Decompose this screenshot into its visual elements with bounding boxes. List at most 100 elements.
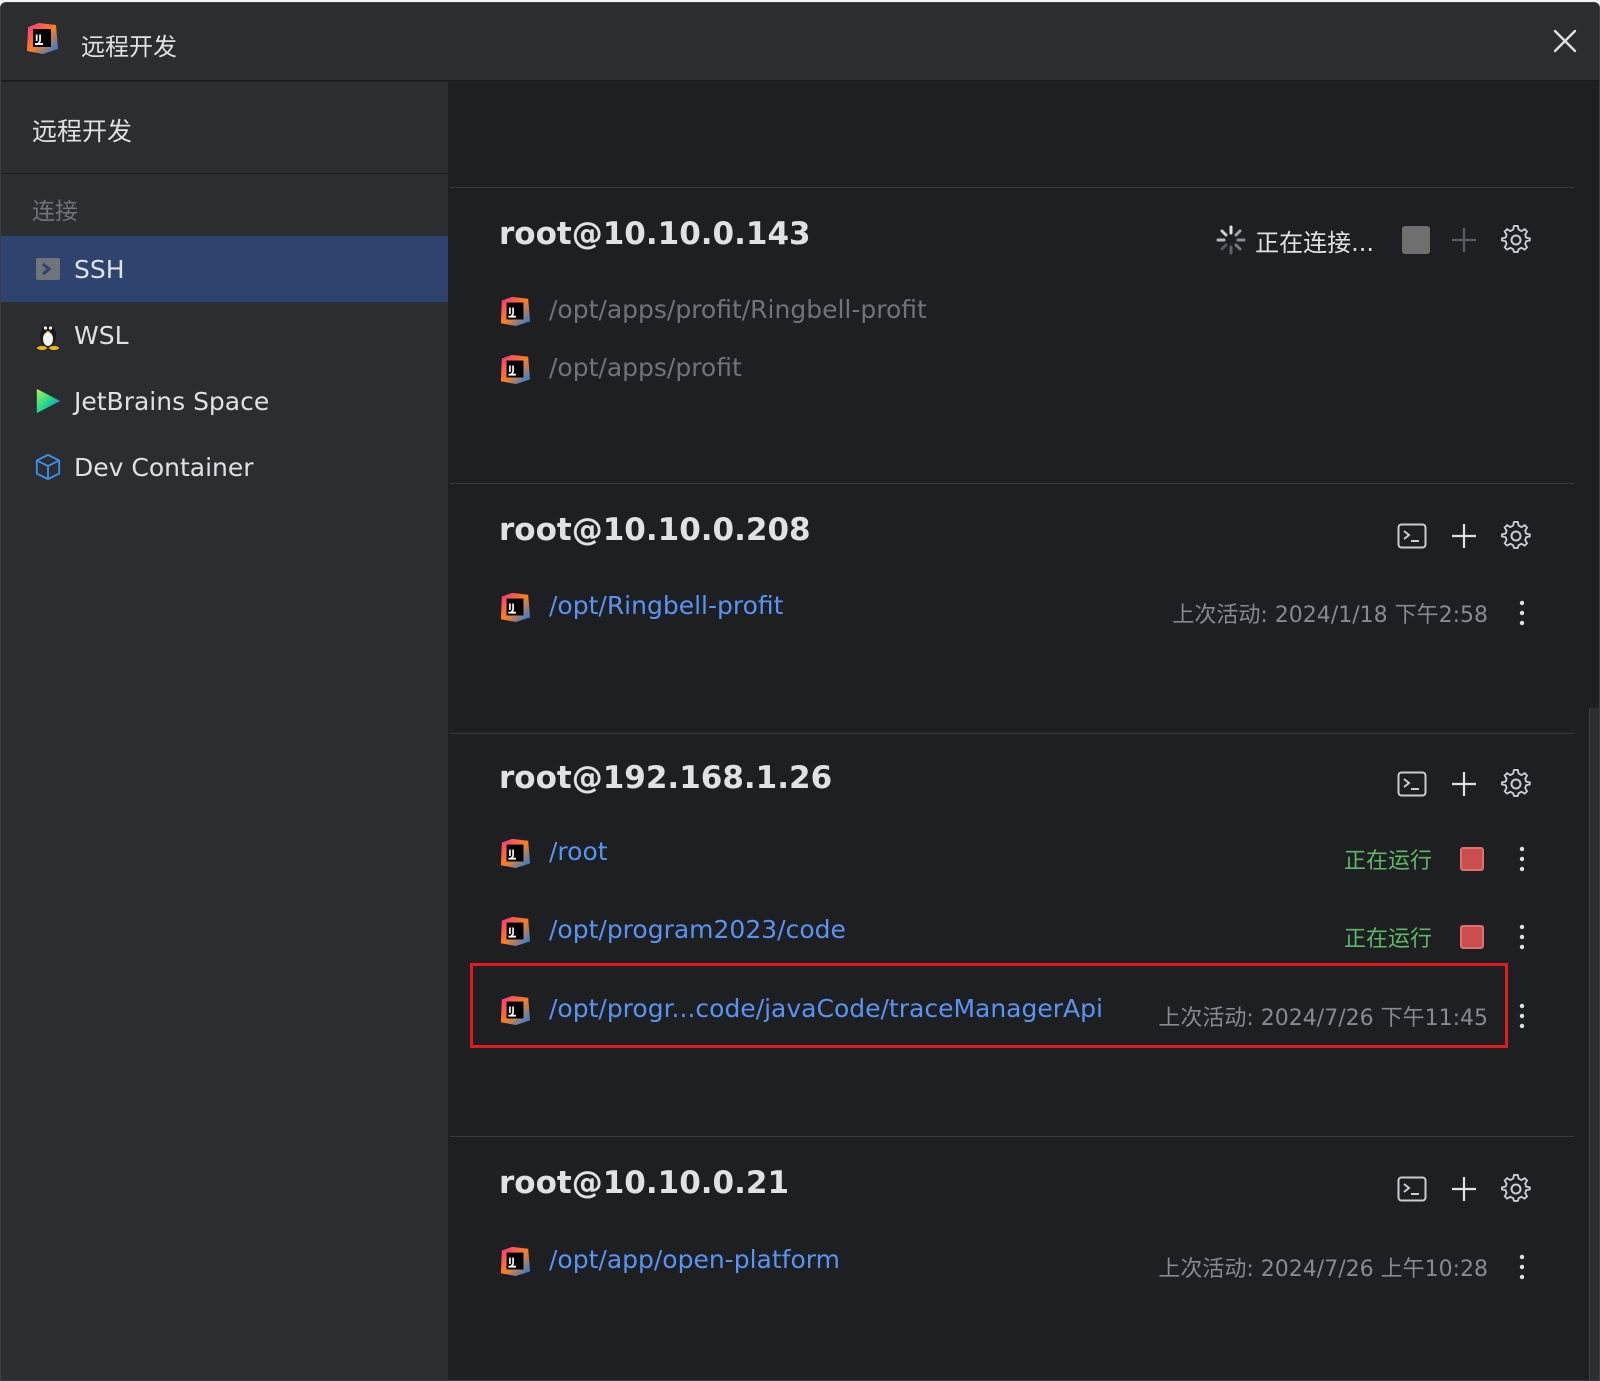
add-project-button[interactable] bbox=[1446, 518, 1482, 554]
host-name: root@192.168.1.26 bbox=[499, 760, 833, 796]
running-status: 正在运行 bbox=[1343, 927, 1432, 952]
project-path[interactable]: /opt/Ringbell-profit bbox=[549, 591, 783, 620]
gear-icon bbox=[1501, 769, 1531, 797]
svg-text:IJ: IJ bbox=[508, 926, 514, 936]
project-path[interactable]: /opt/apps/profit/Ringbell-profit bbox=[549, 295, 927, 324]
window-title: 远程开发 bbox=[81, 33, 177, 61]
project-path[interactable]: /opt/apps/profit bbox=[549, 353, 742, 382]
add-project-button[interactable] bbox=[1446, 222, 1482, 258]
settings-button[interactable] bbox=[1498, 518, 1534, 554]
intellij-logo-icon: IJ bbox=[27, 23, 58, 54]
svg-text:IJ: IJ bbox=[508, 602, 514, 612]
linux-penguin-icon bbox=[34, 321, 62, 350]
svg-text:IJ: IJ bbox=[508, 306, 514, 316]
host-name: root@10.10.0.143 bbox=[499, 216, 811, 252]
cube-icon bbox=[34, 453, 62, 481]
host-name: root@10.10.0.208 bbox=[499, 512, 811, 548]
svg-text:IJ: IJ bbox=[508, 848, 514, 858]
list-item[interactable]: IJ /opt/program2023/code 正在运行 bbox=[450, 907, 1574, 961]
add-project-button[interactable] bbox=[1446, 1171, 1482, 1207]
intellij-project-icon: IJ bbox=[500, 354, 531, 385]
list-item[interactable]: IJ /opt/app/open-platform 上次活动: 2024/7/2… bbox=[450, 1237, 1574, 1291]
more-vertical-icon[interactable] bbox=[1510, 922, 1534, 952]
gear-icon bbox=[1501, 1174, 1531, 1202]
more-vertical-icon[interactable] bbox=[1510, 598, 1534, 628]
running-status: 正在运行 bbox=[1343, 849, 1432, 874]
title-bar: IJ 远程开发 bbox=[1, 3, 1599, 81]
intellij-project-icon: IJ bbox=[500, 296, 531, 327]
host-name: root@10.10.0.21 bbox=[499, 1165, 790, 1201]
list-item[interactable]: IJ /opt/apps/profit bbox=[450, 345, 1574, 399]
gear-icon bbox=[1501, 225, 1531, 253]
sidebar-item-jetbrains-space[interactable]: JetBrains Space bbox=[1, 368, 448, 434]
gear-icon bbox=[1501, 521, 1531, 549]
host-actions bbox=[1378, 1171, 1534, 1207]
terminal-button[interactable] bbox=[1394, 1171, 1430, 1207]
list-item[interactable]: IJ /opt/apps/profit/Ringbell-profit bbox=[450, 287, 1574, 341]
list-item[interactable]: IJ /root 正在运行 bbox=[450, 829, 1574, 883]
project-meta: 正在运行 bbox=[1344, 921, 1534, 953]
terminal-icon bbox=[1397, 771, 1427, 797]
scrollbar-thumb[interactable] bbox=[1589, 708, 1599, 1380]
intellij-project-icon: IJ bbox=[500, 838, 531, 869]
settings-button[interactable] bbox=[1498, 766, 1534, 802]
more-vertical-icon[interactable] bbox=[1510, 1252, 1534, 1282]
last-active-label: 上次活动: 2024/7/26 上午10:28 bbox=[1158, 1257, 1488, 1282]
stop-icon[interactable] bbox=[1402, 226, 1430, 254]
add-project-button[interactable] bbox=[1446, 766, 1482, 802]
connecting-status: 正在连接... bbox=[1215, 223, 1374, 258]
sidebar-item-label: JetBrains Space bbox=[74, 386, 270, 416]
project-path[interactable]: /opt/app/open-platform bbox=[549, 1245, 840, 1274]
section-label-connections: 连接 bbox=[32, 199, 78, 225]
divider bbox=[450, 483, 1574, 484]
settings-button[interactable] bbox=[1498, 1171, 1534, 1207]
sidebar-item-ssh[interactable]: SSH bbox=[1, 236, 448, 302]
intellij-project-icon: IJ bbox=[500, 1246, 531, 1277]
list-item[interactable]: IJ /opt/Ringbell-profit 上次活动: 2024/1/18 … bbox=[450, 583, 1574, 637]
host-actions bbox=[1378, 766, 1534, 802]
terminal-button[interactable] bbox=[1394, 518, 1430, 554]
plus-icon bbox=[1452, 524, 1476, 548]
intellij-project-icon: IJ bbox=[500, 592, 531, 623]
sidebar: 远程开发 连接 SSH WSL JetBrains Space Dev Cont… bbox=[1, 82, 449, 1380]
project-meta: 上次活动: 2024/7/26 上午10:28 bbox=[1158, 1251, 1534, 1283]
svg-text:IJ: IJ bbox=[508, 1256, 514, 1266]
plus-icon bbox=[1452, 1177, 1476, 1201]
stop-button[interactable] bbox=[1460, 925, 1484, 949]
sidebar-item-label: SSH bbox=[74, 254, 125, 284]
project-path[interactable]: /opt/program2023/code bbox=[549, 915, 846, 944]
terminal-icon bbox=[1397, 1176, 1427, 1202]
divider bbox=[450, 733, 1574, 734]
spinner-icon bbox=[1216, 225, 1246, 255]
svg-text:IJ: IJ bbox=[508, 364, 514, 374]
sidebar-header: 远程开发 bbox=[1, 82, 448, 174]
plus-icon bbox=[1452, 772, 1476, 796]
sidebar-item-wsl[interactable]: WSL bbox=[1, 302, 448, 368]
project-path[interactable]: /root bbox=[549, 837, 608, 866]
svg-text:IJ: IJ bbox=[35, 34, 42, 44]
settings-button[interactable] bbox=[1498, 222, 1534, 258]
more-vertical-icon[interactable] bbox=[1510, 1001, 1534, 1031]
intellij-project-icon: IJ bbox=[500, 916, 531, 947]
project-meta: 正在运行 bbox=[1344, 843, 1534, 875]
terminal-icon bbox=[34, 255, 62, 283]
highlight-annotation bbox=[470, 963, 1508, 1048]
plus-icon bbox=[1452, 228, 1476, 252]
project-meta: 上次活动: 2024/1/18 下午2:58 bbox=[1172, 597, 1534, 629]
host-actions bbox=[1378, 518, 1534, 554]
sidebar-item-dev-container[interactable]: Dev Container bbox=[1, 434, 448, 500]
last-active-label: 上次活动: 2024/1/18 下午2:58 bbox=[1172, 603, 1488, 628]
divider bbox=[450, 1136, 1574, 1137]
terminal-button[interactable] bbox=[1394, 766, 1430, 802]
divider bbox=[450, 187, 1574, 188]
more-vertical-icon[interactable] bbox=[1510, 844, 1534, 874]
sidebar-item-label: WSL bbox=[74, 320, 129, 350]
host-actions: 正在连接... bbox=[1215, 222, 1534, 258]
terminal-icon bbox=[1397, 523, 1427, 549]
stop-button[interactable] bbox=[1460, 847, 1484, 871]
close-icon[interactable] bbox=[1549, 25, 1581, 57]
connecting-label: 正在连接... bbox=[1255, 228, 1374, 257]
jetbrains-space-icon bbox=[34, 387, 62, 415]
remote-dev-dialog: IJ 远程开发 远程开发 连接 SSH WSL JetBrains Space … bbox=[0, 2, 1600, 1381]
sidebar-item-label: Dev Container bbox=[74, 452, 254, 482]
